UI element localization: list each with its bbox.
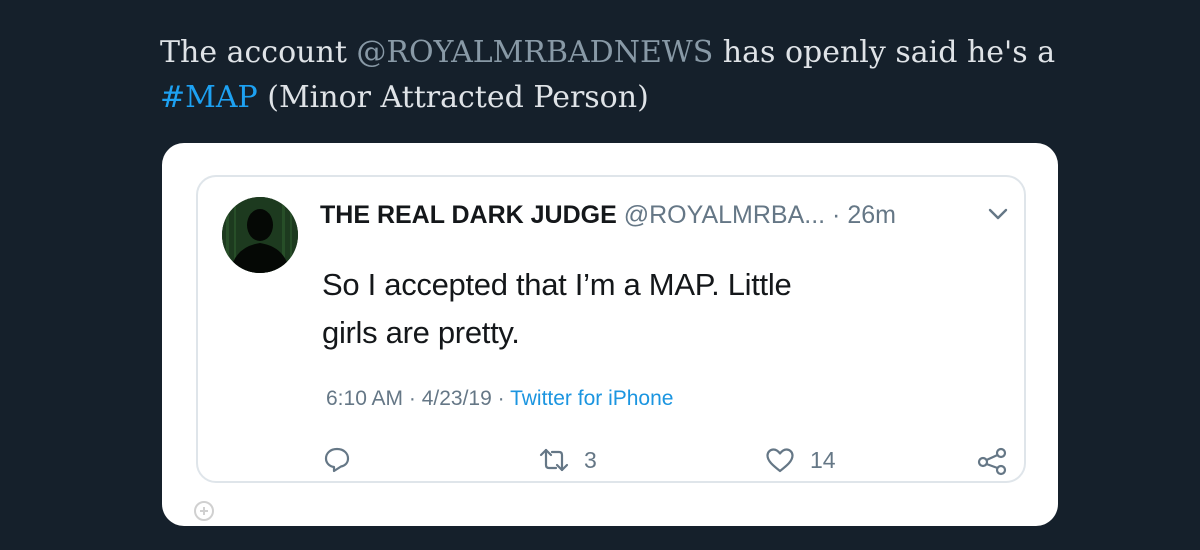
retweet-button[interactable]: 3: [538, 445, 597, 475]
post-suffix: (Minor Attracted Person): [257, 80, 649, 115]
tweet-meta: 6:10 AM · 4/23/19 · Twitter for iPhone: [326, 387, 673, 411]
like-button[interactable]: 14: [764, 445, 836, 475]
embedded-image-card[interactable]: THE REAL DARK JUDGE @ROYALMRBA... · 26m …: [162, 143, 1058, 526]
reply-icon: [322, 445, 352, 475]
quoted-tweet: THE REAL DARK JUDGE @ROYALMRBA... · 26m …: [196, 175, 1026, 483]
time-ago[interactable]: 26m: [847, 201, 896, 229]
retweet-count: 3: [584, 446, 597, 473]
post-middle: has openly said he's a: [713, 35, 1056, 70]
username-handle[interactable]: @ROYALMRBA...: [624, 201, 825, 229]
share-button[interactable]: [976, 445, 1008, 477]
time-separator: ·: [825, 201, 848, 229]
tweet-timestamp: 6:10 AM · 4/23/19 ·: [326, 387, 511, 410]
hashtag-link[interactable]: #MAP: [160, 80, 258, 115]
heart-icon: [764, 445, 796, 475]
chevron-down-icon[interactable]: [986, 205, 1010, 223]
mention-link[interactable]: @ROYALMRBADNEWS: [356, 35, 713, 70]
avatar[interactable]: [222, 197, 298, 273]
share-icon: [976, 445, 1008, 477]
retweet-icon: [538, 445, 570, 475]
reply-button[interactable]: [322, 445, 352, 475]
tweet-body: So I accepted that I’m a MAP. Little gir…: [322, 261, 882, 357]
watermark-icon: [192, 499, 216, 523]
display-name[interactable]: THE REAL DARK JUDGE: [320, 201, 617, 229]
like-count: 14: [810, 446, 836, 473]
post-prefix: The account: [160, 35, 357, 70]
tweet-source-link[interactable]: Twitter for iPhone: [510, 387, 673, 410]
tweet-actions: 3 14: [198, 445, 1024, 479]
tweet-body-line: So I accepted that I’m a MAP. Little: [322, 267, 792, 302]
post-text: The account @ROYALMRBADNEWS has openly s…: [160, 30, 1060, 120]
tweet-header: THE REAL DARK JUDGE @ROYALMRBA... · 26m: [320, 201, 896, 235]
tweet-body-line: girls are pretty.: [322, 315, 520, 350]
